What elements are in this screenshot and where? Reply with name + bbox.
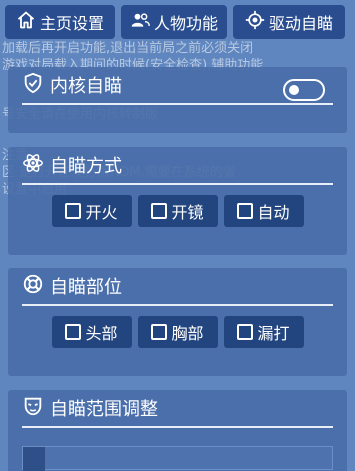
tab-driver-aim[interactable]: 驱动自瞄 — [233, 5, 345, 39]
option-chest[interactable]: 胸部 — [137, 316, 218, 348]
slider-handle[interactable] — [23, 447, 45, 471]
shield-check-icon — [22, 72, 44, 99]
option-label: 胸部 — [171, 324, 204, 343]
option-label: 漏打 — [257, 324, 290, 343]
option-label: 开火 — [85, 203, 118, 222]
tab-label: 驱动自瞄 — [268, 14, 333, 33]
checkbox[interactable] — [237, 324, 254, 340]
option-label: 自动 — [257, 203, 290, 222]
divider — [22, 103, 333, 105]
home-icon — [16, 10, 36, 34]
checkbox[interactable] — [65, 324, 82, 340]
checkbox[interactable] — [65, 203, 82, 219]
aim-part-panel: 自瞄部位 头部 胸部 漏打 — [8, 268, 347, 376]
divider — [22, 183, 333, 185]
aim-part-options: 头部 胸部 漏打 — [8, 316, 347, 348]
panel-header: 自瞄范围调整 — [8, 390, 347, 426]
panel-title: 自瞄范围调整 — [50, 399, 158, 420]
toggle-knob — [289, 85, 299, 95]
aim-range-slider[interactable] — [22, 446, 333, 471]
option-head[interactable]: 头部 — [51, 316, 132, 348]
panel-header: 自瞄方式 — [8, 147, 347, 183]
option-label: 开镜 — [171, 203, 204, 222]
panel-header: 自瞄部位 — [8, 268, 347, 304]
option-scope[interactable]: 开镜 — [137, 195, 218, 227]
option-fire[interactable]: 开火 — [51, 195, 132, 227]
checkbox[interactable] — [151, 203, 168, 219]
option-auto[interactable]: 自动 — [223, 195, 304, 227]
lifebuoy-icon — [22, 273, 44, 300]
users-icon — [130, 10, 150, 34]
divider — [22, 304, 333, 306]
mask-icon — [22, 395, 44, 422]
aim-range-panel: 自瞄范围调整 — [8, 390, 347, 471]
aim-mode-panel: 自瞄方式 开火 开镜 自动 — [8, 147, 347, 255]
option-miss[interactable]: 漏打 — [223, 316, 304, 348]
top-tab-bar: 主页设置 人物功能 驱动自瞄 — [5, 5, 350, 39]
tab-character[interactable]: 人物功能 — [121, 5, 227, 39]
crosshair-icon — [245, 10, 265, 34]
tab-label: 人物功能 — [153, 14, 218, 33]
kernel-aim-panel: 内核自瞄 — [8, 67, 347, 133]
kernel-aim-toggle[interactable] — [283, 79, 325, 101]
tab-label: 主页设置 — [39, 14, 104, 33]
checkbox[interactable] — [237, 203, 254, 219]
checkbox[interactable] — [151, 324, 168, 340]
aim-mode-options: 开火 开镜 自动 — [8, 195, 347, 227]
panel-title: 内核自瞄 — [50, 76, 122, 97]
divider — [22, 426, 333, 428]
atom-icon — [22, 152, 44, 179]
panel-title: 自瞄方式 — [50, 156, 122, 177]
panel-title: 自瞄部位 — [50, 277, 122, 298]
tab-home-settings[interactable]: 主页设置 — [5, 5, 115, 39]
bg-text-line: 加载后再开启功能,退出当前局之前必须关闭 — [2, 41, 254, 56]
option-label: 头部 — [85, 324, 118, 343]
